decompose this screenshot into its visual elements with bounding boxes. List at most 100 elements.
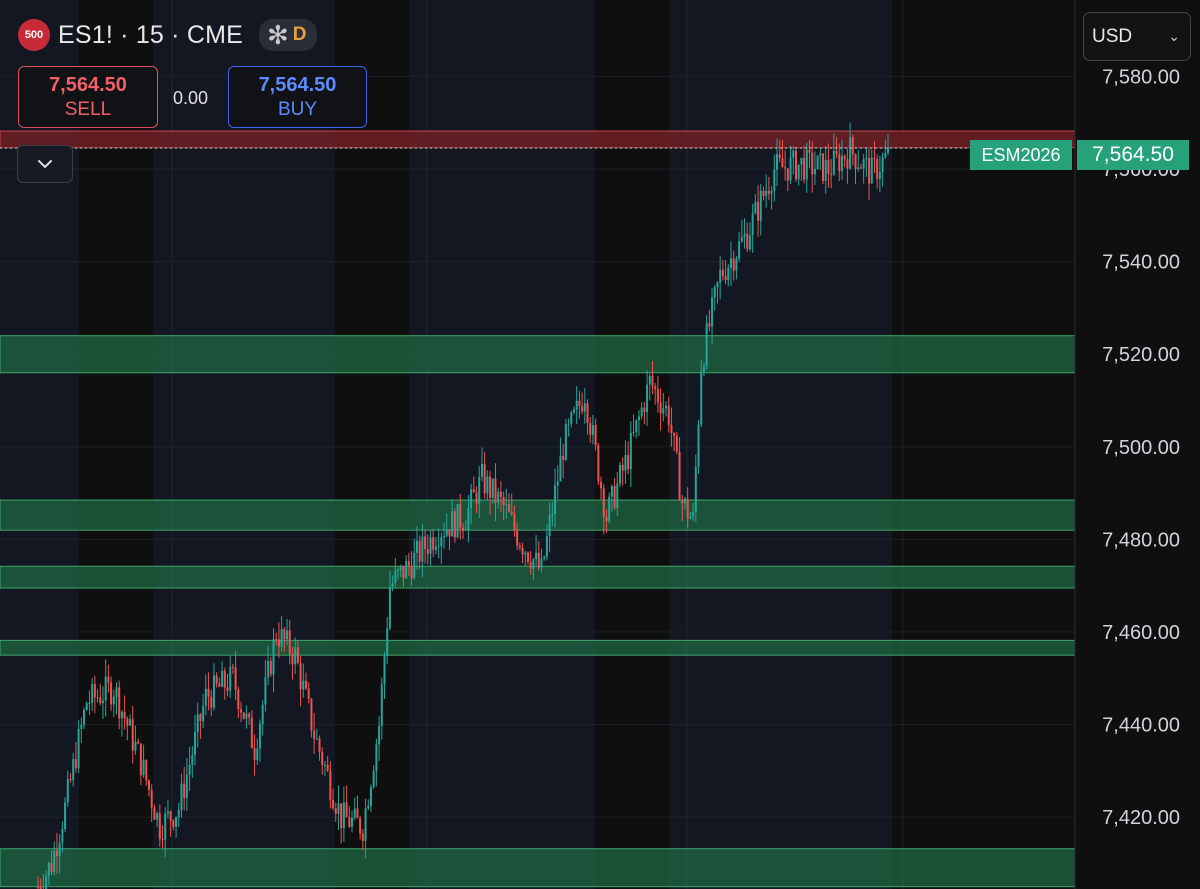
candle-body: [207, 688, 210, 697]
candle-body: [876, 159, 879, 180]
candle-body: [453, 511, 456, 538]
candle-body: [275, 639, 278, 641]
candle-body: [859, 167, 862, 169]
candle-body: [862, 159, 865, 169]
candle-body: [878, 172, 881, 180]
candle-body: [738, 241, 741, 259]
candle-body: [280, 629, 283, 647]
candle-body: [692, 512, 695, 517]
candle-body: [443, 535, 446, 537]
candle-body: [451, 511, 454, 537]
candle-body: [307, 688, 310, 699]
support-zone: [0, 639, 1076, 656]
candle-body: [529, 562, 532, 569]
last-price-tag: 7,564.50: [1077, 140, 1189, 170]
candle-body: [778, 154, 781, 159]
candle-body: [651, 375, 654, 387]
candle-body: [397, 569, 400, 571]
candle-body: [88, 702, 91, 704]
candle-body: [361, 833, 364, 841]
candle-body: [608, 496, 611, 521]
candle-body: [177, 809, 180, 817]
price-chart[interactable]: 7,580.007,560.007,540.007,520.007,500.00…: [0, 0, 1200, 889]
candle-body: [870, 158, 873, 184]
candle-body: [345, 802, 348, 818]
candle-body: [748, 235, 751, 250]
candle-body: [505, 504, 508, 506]
candle-body: [670, 425, 673, 433]
candle-body: [784, 167, 787, 169]
candle-body: [448, 529, 451, 537]
candle-body: [516, 529, 519, 546]
candle-body: [497, 491, 500, 503]
currency-select[interactable]: USD ⌄: [1083, 12, 1191, 61]
candle-body: [394, 570, 397, 583]
candle-body: [727, 267, 730, 281]
candle-body: [635, 420, 638, 432]
candle-body: [367, 805, 370, 809]
candle-body: [551, 514, 554, 516]
candle-body: [675, 435, 678, 452]
candle-body: [526, 552, 529, 563]
collapse-button[interactable]: [17, 145, 73, 183]
candle-body: [296, 647, 299, 663]
candle-body: [375, 744, 378, 772]
candle-body: [656, 389, 659, 403]
candle-body: [405, 561, 408, 579]
candle-body: [470, 489, 473, 509]
candle-body: [226, 687, 229, 691]
candle-body: [616, 483, 619, 508]
candle-body: [583, 403, 586, 412]
candle-body: [204, 688, 207, 707]
candle-body: [55, 850, 58, 856]
sp500-badge[interactable]: 500: [18, 19, 50, 51]
candle-body: [74, 759, 77, 769]
candle-body: [816, 155, 819, 170]
candle-body: [340, 803, 343, 829]
candle-body: [705, 323, 708, 367]
candle-body: [602, 488, 605, 517]
flag-letter: D: [292, 24, 307, 45]
candle-body: [161, 839, 164, 841]
candle-body: [711, 297, 714, 327]
candle-body: [237, 689, 240, 710]
candle-body: [554, 485, 557, 515]
candle-body: [185, 774, 188, 799]
candle-body: [286, 630, 289, 640]
candle-body: [58, 842, 61, 856]
session-pill[interactable]: ✻ D: [259, 19, 317, 51]
candle-body: [418, 540, 421, 562]
candle-body: [767, 190, 770, 194]
candle-body: [494, 478, 497, 503]
candle-body: [792, 150, 795, 158]
candle-body: [158, 813, 161, 840]
candle-body: [854, 154, 857, 170]
candle-body: [586, 403, 589, 423]
y-axis-tick-label: 7,440.00: [1102, 715, 1180, 737]
candle-body: [415, 540, 418, 553]
candle-body: [351, 817, 354, 827]
sell-button[interactable]: 7,564.50 SELL: [18, 66, 158, 128]
candle-body: [524, 552, 527, 555]
candle-body: [770, 191, 773, 194]
candle-body: [264, 677, 267, 705]
support-zone: [0, 565, 1076, 589]
candle-body: [240, 709, 243, 713]
candle-body: [258, 723, 261, 749]
candle-body: [353, 808, 356, 818]
candle-body: [61, 829, 64, 843]
candle-body: [502, 496, 505, 506]
candle-body: [304, 680, 307, 689]
candle-body: [868, 157, 871, 184]
candle-body: [142, 760, 145, 776]
candle-body: [134, 741, 137, 751]
candle-body: [85, 703, 88, 710]
candle-body: [315, 738, 318, 740]
candle-body: [288, 630, 291, 654]
buy-button[interactable]: 7,564.50 BUY: [228, 66, 367, 128]
candle-body: [754, 202, 757, 214]
candle-body: [261, 704, 264, 724]
candle-body: [491, 478, 494, 498]
candle-body: [510, 511, 513, 514]
symbol-title[interactable]: ES1! · 15 · CME: [58, 21, 243, 50]
